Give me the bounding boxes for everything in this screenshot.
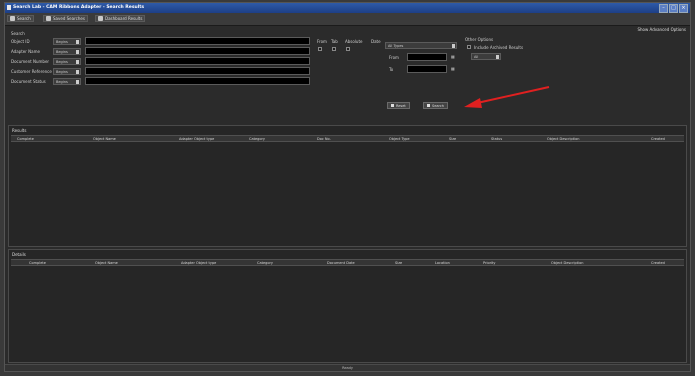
annotation-arrow-line bbox=[476, 86, 550, 104]
annotation-arrow-head bbox=[464, 98, 482, 108]
annotation-arrow-icon bbox=[464, 86, 550, 108]
